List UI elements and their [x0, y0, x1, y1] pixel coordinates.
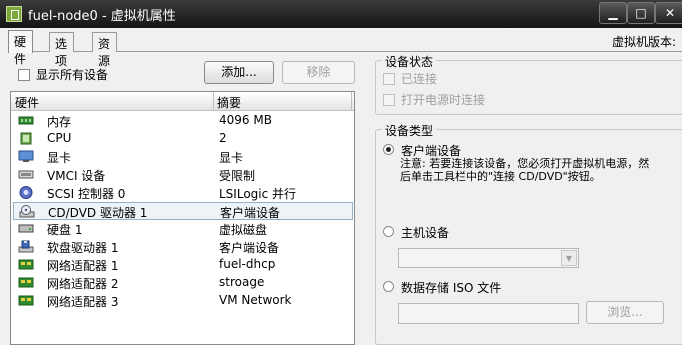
client-device-radio[interactable] [383, 144, 394, 155]
maximize-button[interactable]: □ [627, 2, 655, 24]
connect-at-power-on-label: 打开电源时连接 [401, 93, 486, 107]
tab-resources[interactable]: 资源 [92, 32, 118, 68]
hardware-list[interactable]: 硬件 摘要 内存 4096 MB CPU 2 显卡 显卡 VMCI 设备 受限制… [10, 91, 355, 345]
row-hardware-name: 网络适配器 2 [47, 277, 119, 291]
table-row[interactable]: 网络适配器 3 VM Network [13, 292, 353, 310]
row-hardware-name: 网络适配器 1 [47, 259, 119, 273]
cpu-icon [20, 132, 32, 145]
add-button[interactable]: 添加... [204, 61, 274, 84]
table-row[interactable]: CPU 2 [13, 130, 353, 148]
connected-label: 已连接 [401, 72, 438, 86]
iso-path-input[interactable] [398, 303, 579, 324]
row-summary: 客户端设备 [219, 241, 280, 255]
row-summary: 4096 MB [219, 113, 272, 127]
scsi-icon [19, 186, 33, 199]
vm-app-icon [6, 6, 22, 22]
table-row[interactable]: 软盘驱动器 1 客户端设备 [13, 238, 353, 256]
minimize-button[interactable]: ▁ [599, 2, 627, 24]
row-summary: 客户端设备 [220, 206, 281, 220]
show-all-checkbox[interactable] [18, 69, 30, 81]
network-icon [18, 277, 34, 288]
row-summary: stroage [219, 275, 265, 289]
row-hardware-name: 硬盘 1 [47, 223, 83, 237]
device-status-title: 设备状态 [382, 53, 437, 70]
host-device-label: 主机设备 [401, 226, 450, 240]
browse-button[interactable]: 浏览... [586, 301, 664, 324]
table-row[interactable]: VMCI 设备 受限制 [13, 166, 353, 184]
tab-hardware[interactable]: 硬件 [8, 30, 34, 66]
row-summary: LSILogic 并行 [219, 187, 297, 201]
row-summary: 受限制 [219, 169, 256, 183]
row-hardware-name: CD/DVD 驱动器 1 [48, 206, 148, 220]
table-row[interactable]: 网络适配器 2 stroage [13, 274, 353, 292]
title-bar: fuel-node0 - 虚拟机属性 ▁ □ ✕ [0, 0, 682, 28]
table-row[interactable]: 内存 4096 MB [13, 112, 353, 130]
chevron-down-icon[interactable]: ▼ [561, 250, 577, 266]
row-hardware-name: VMCI 设备 [47, 169, 106, 183]
column-header-hardware[interactable]: 硬件 [15, 94, 39, 111]
window-title: fuel-node0 - 虚拟机属性 [28, 9, 176, 24]
network-icon [18, 259, 34, 270]
table-row-selected[interactable]: CD/DVD 驱动器 1 客户端设备 [13, 202, 353, 220]
row-summary: 虚拟磁盘 [219, 223, 268, 237]
row-summary: fuel-dhcp [219, 257, 276, 271]
connect-at-power-on-checkbox[interactable] [383, 94, 395, 106]
connected-option[interactable]: 已连接 [383, 70, 437, 87]
show-all-devices[interactable]: 显示所有设备 [18, 66, 108, 83]
row-hardware-name: 网络适配器 3 [47, 295, 119, 309]
display-icon [18, 150, 34, 162]
show-all-label: 显示所有设备 [36, 68, 109, 82]
network-icon [18, 295, 34, 306]
row-hardware-name: 显卡 [47, 151, 72, 165]
connected-checkbox[interactable] [383, 73, 395, 85]
row-summary: 2 [219, 131, 227, 145]
cdrom-icon [19, 205, 35, 218]
table-row[interactable]: 显卡 显卡 [13, 148, 353, 166]
iso-file-label: 数据存储 ISO 文件 [401, 281, 502, 295]
remove-button[interactable]: 移除 [282, 61, 355, 84]
tab-options[interactable]: 选项 [49, 32, 75, 68]
row-summary: VM Network [219, 293, 292, 307]
row-hardware-name: 软盘驱动器 1 [47, 241, 119, 255]
row-hardware-name: SCSI 控制器 0 [47, 187, 126, 201]
row-summary: 显卡 [219, 151, 244, 165]
list-header: 硬件 摘要 [11, 92, 354, 111]
column-header-summary[interactable]: 摘要 [217, 94, 241, 111]
client-device-note: 注意: 若要连接该设备，您必须打开虚拟机电源，然后单击工具栏中的"连接 CD/D… [400, 157, 650, 183]
host-device-select[interactable]: ▼ [398, 248, 579, 268]
vmci-icon [18, 170, 34, 179]
iso-file-radio[interactable] [383, 281, 394, 292]
table-row[interactable]: 硬盘 1 虚拟磁盘 [13, 220, 353, 238]
floppy-icon [18, 240, 34, 253]
row-hardware-name: 内存 [47, 115, 72, 129]
host-device-radio[interactable] [383, 226, 394, 237]
vm-version-label: 虚拟机版本: [612, 35, 677, 49]
row-hardware-name: CPU [47, 131, 72, 145]
table-row[interactable]: SCSI 控制器 0 LSILogic 并行 [13, 184, 353, 202]
column-divider [213, 92, 214, 111]
column-divider [351, 92, 352, 111]
table-row[interactable]: 网络适配器 1 fuel-dhcp [13, 256, 353, 274]
device-type-title: 设备类型 [382, 122, 437, 139]
connect-at-power-on-option[interactable]: 打开电源时连接 [383, 91, 485, 108]
memory-icon [18, 116, 34, 125]
disk-icon [18, 224, 34, 233]
close-button[interactable]: ✕ [655, 2, 682, 24]
